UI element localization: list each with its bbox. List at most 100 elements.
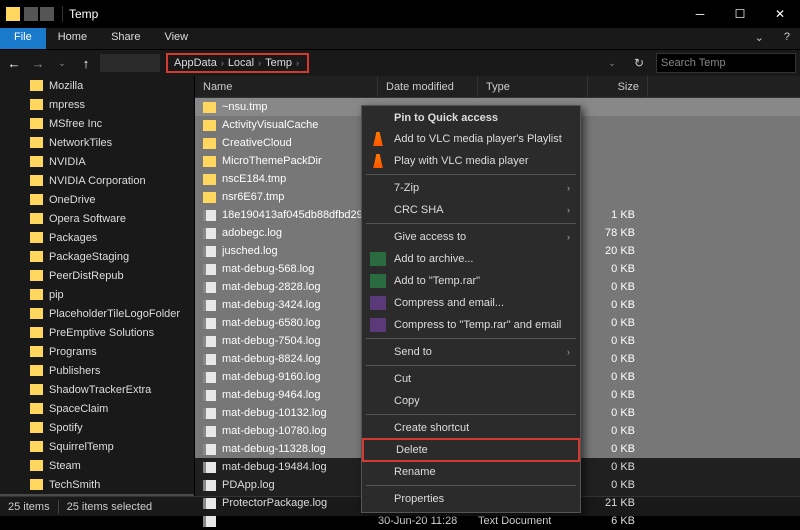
tree-item[interactable]: Programs	[0, 342, 194, 361]
folder-icon	[203, 174, 216, 185]
file-size: 0 KB	[588, 353, 643, 365]
tree-label: NVIDIA	[49, 156, 86, 168]
tree-item[interactable]: PreEmptive Solutions	[0, 323, 194, 342]
ctx-send-to[interactable]: Send to›	[362, 341, 580, 363]
crumb-temp[interactable]: Temp	[265, 57, 292, 69]
ctx-rename[interactable]: Rename	[362, 461, 580, 483]
tree-label: pip	[49, 289, 64, 301]
forward-button[interactable]: →	[28, 53, 48, 73]
tree-item[interactable]: TechSmith	[0, 475, 194, 494]
close-button[interactable]: ✕	[760, 0, 800, 28]
address-dropdown[interactable]: ⌄	[602, 53, 622, 73]
ctx-copy[interactable]: Copy	[362, 390, 580, 412]
search-input[interactable]: Search Temp	[656, 53, 796, 73]
tree-item[interactable]: pip	[0, 285, 194, 304]
qat-button[interactable]	[24, 7, 38, 21]
ctx-properties[interactable]: Properties	[362, 488, 580, 510]
col-name[interactable]: Name	[195, 76, 378, 97]
tree-item[interactable]: OneDrive	[0, 190, 194, 209]
tree-label: MSfree Inc	[49, 118, 102, 130]
context-menu: Pin to Quick access Add to VLC media pla…	[361, 105, 581, 513]
back-button[interactable]: ←	[4, 53, 24, 73]
crumb-appdata[interactable]: AppData	[174, 57, 217, 69]
tab-share[interactable]: Share	[99, 28, 152, 49]
nav-tree[interactable]: Mozillampress MSfree Inc NetworkTiles NVIDI…	[0, 76, 195, 496]
tree-item[interactable]: SpaceClaim	[0, 399, 194, 418]
ctx-add-rar[interactable]: Add to "Temp.rar"	[362, 270, 580, 292]
tree-item[interactable]: mpress	[0, 95, 194, 114]
file-icon	[203, 498, 216, 509]
folder-icon	[30, 213, 43, 224]
ctx-give-access[interactable]: Give access to›	[362, 226, 580, 248]
breadcrumb[interactable]: AppData› Local› Temp›	[166, 53, 309, 73]
tab-home[interactable]: Home	[46, 28, 99, 49]
tree-item[interactable]: ›Temp	[0, 494, 194, 496]
tree-item[interactable]: NVIDIA Corporation	[0, 171, 194, 190]
col-date[interactable]: Date modified	[378, 76, 478, 97]
up-button[interactable]: ↑	[76, 53, 96, 73]
tree-item[interactable]: Opera Software	[0, 209, 194, 228]
tree-item[interactable]: SquirrelTemp	[0, 437, 194, 456]
file-size: 0 KB	[588, 281, 643, 293]
ctx-compress-rar[interactable]: Compress to "Temp.rar" and email	[362, 314, 580, 336]
ctx-pin[interactable]: Pin to Quick access	[362, 108, 580, 128]
file-icon	[203, 354, 216, 365]
tree-item[interactable]: Steam	[0, 456, 194, 475]
blank-icon	[370, 421, 386, 435]
ctx-crc[interactable]: CRC SHA›	[362, 199, 580, 221]
file-icon	[203, 426, 216, 437]
blank-icon	[370, 492, 386, 506]
folder-icon	[203, 120, 216, 131]
vlc-icon	[370, 154, 386, 168]
col-type[interactable]: Type	[478, 76, 588, 97]
file-icon	[203, 318, 216, 329]
file-name: PDApp.log	[222, 479, 378, 491]
minimize-button[interactable]: ─	[680, 0, 720, 28]
ctx-vlc-add[interactable]: Add to VLC media player's Playlist	[362, 128, 580, 150]
tree-item[interactable]: Packages	[0, 228, 194, 247]
file-row[interactable]: 30-Jun-20 11:28Text Document6 KB	[195, 512, 800, 530]
tree-item[interactable]: NVIDIA	[0, 152, 194, 171]
file-name: 18e190413af045db88dfbd29609	[222, 209, 378, 221]
ctx-compress[interactable]: Compress and email...	[362, 292, 580, 314]
tree-item[interactable]: Publishers	[0, 361, 194, 380]
tree-item[interactable]: MSfree Inc	[0, 114, 194, 133]
tree-item[interactable]: ShadowTrackerExtra	[0, 380, 194, 399]
ribbon-expand[interactable]: ⌄	[745, 28, 774, 49]
status-selected: 25 items selected	[67, 501, 153, 513]
file-icon	[203, 480, 216, 491]
qat-dropdown[interactable]	[40, 7, 54, 21]
tree-item[interactable]: PeerDistRepub	[0, 266, 194, 285]
crumb-local[interactable]: Local	[228, 57, 254, 69]
tree-item[interactable]: Spotify	[0, 418, 194, 437]
rar-icon	[370, 296, 386, 310]
archive-icon	[370, 252, 386, 266]
file-name: adobegc.log	[222, 227, 378, 239]
path-segment[interactable]	[100, 54, 160, 72]
col-size[interactable]: Size	[588, 76, 648, 97]
tab-view[interactable]: View	[152, 28, 200, 49]
ctx-add-archive[interactable]: Add to archive...	[362, 248, 580, 270]
file-name: nscE184.tmp	[222, 173, 378, 185]
file-size: 78 KB	[588, 227, 643, 239]
ctx-cut[interactable]: Cut	[362, 368, 580, 390]
ctx-delete[interactable]: Delete	[362, 438, 580, 462]
tree-item[interactable]: PackageStaging	[0, 247, 194, 266]
recent-dropdown[interactable]: ⌄	[52, 53, 72, 73]
file-size: 6 KB	[588, 515, 643, 527]
ctx-vlc-play[interactable]: Play with VLC media player	[362, 150, 580, 172]
tree-label: Programs	[49, 346, 97, 358]
refresh-button[interactable]: ↻	[626, 56, 652, 70]
folder-icon	[30, 175, 43, 186]
ctx-shortcut[interactable]: Create shortcut	[362, 417, 580, 439]
tree-label: Publishers	[49, 365, 100, 377]
blank-icon	[370, 181, 386, 195]
help-button[interactable]: ?	[774, 28, 800, 49]
maximize-button[interactable]: ☐	[720, 0, 760, 28]
tree-item[interactable]: Mozilla	[0, 76, 194, 95]
tab-file[interactable]: File	[0, 28, 46, 49]
tree-item[interactable]: NetworkTiles	[0, 133, 194, 152]
ctx-7zip[interactable]: 7-Zip›	[362, 177, 580, 199]
tree-item[interactable]: PlaceholderTileLogoFolder	[0, 304, 194, 323]
file-icon	[203, 462, 216, 473]
